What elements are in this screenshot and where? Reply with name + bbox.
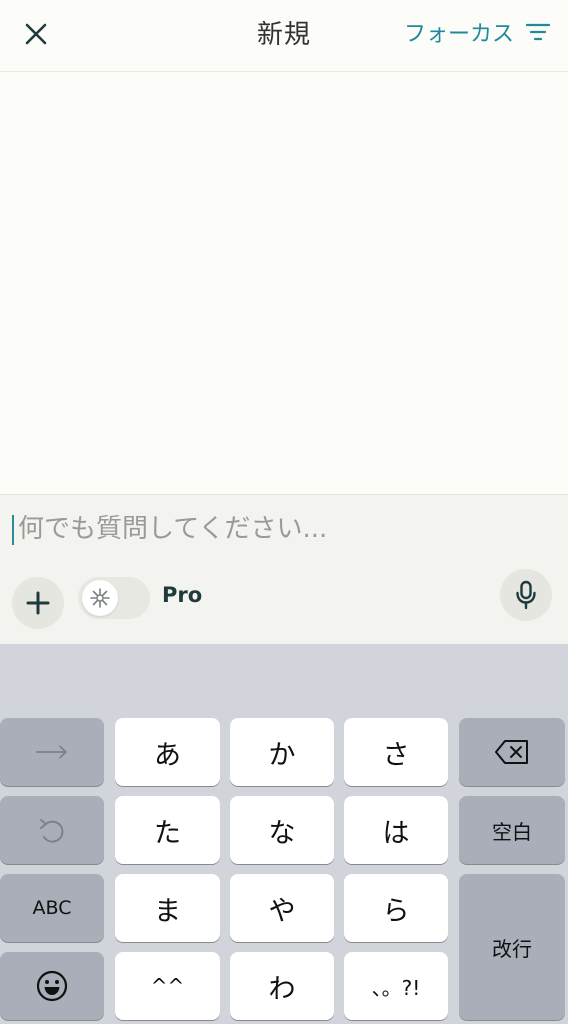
backspace-icon	[495, 740, 528, 764]
kana-key-na[interactable]: な	[230, 796, 334, 864]
undo-key[interactable]	[0, 796, 104, 864]
punctuation-key[interactable]: 、。?!	[344, 952, 448, 1020]
sparkle-icon	[90, 588, 110, 608]
kana-key-ta[interactable]: た	[115, 796, 220, 864]
kana-key-sa[interactable]: さ	[344, 718, 448, 786]
toggle-knob	[82, 580, 118, 616]
kana-key-ya[interactable]: や	[230, 874, 334, 942]
delete-key[interactable]	[459, 718, 565, 786]
kana-key-a[interactable]: あ	[115, 718, 220, 786]
text-caret	[12, 515, 14, 545]
arrow-key[interactable]	[0, 718, 104, 786]
voice-input-button[interactable]	[500, 569, 552, 621]
kaomoji-key[interactable]: ^^	[115, 952, 220, 1020]
composer: Pro	[0, 494, 568, 644]
top-bar: 新規 フォーカス	[0, 0, 568, 72]
conversation-area	[0, 72, 568, 494]
plus-icon	[26, 591, 50, 615]
kana-key-ka[interactable]: か	[230, 718, 334, 786]
kana-key-ma[interactable]: ま	[115, 874, 220, 942]
focus-label: フォーカス	[403, 22, 514, 47]
japanese-keyboard: あ か さ た な は 空白 ABC ま や ら 改行 ^^ わ 、。?!	[0, 644, 568, 1024]
right-arrow-icon	[36, 745, 68, 759]
return-key[interactable]: 改行	[459, 874, 565, 1020]
emoji-key[interactable]	[0, 952, 104, 1020]
kana-key-ra[interactable]: ら	[344, 874, 448, 942]
space-key[interactable]: 空白	[459, 796, 565, 864]
kana-key-wa[interactable]: わ	[230, 952, 334, 1020]
abc-key[interactable]: ABC	[0, 874, 104, 942]
pro-toggle[interactable]	[78, 577, 150, 619]
pro-label: Pro	[162, 583, 203, 607]
undo-icon	[40, 819, 64, 843]
prompt-input[interactable]	[18, 507, 548, 551]
kana-key-ha[interactable]: は	[344, 796, 448, 864]
microphone-icon	[516, 580, 536, 610]
focus-button[interactable]: フォーカス	[404, 12, 550, 52]
emoji-icon	[36, 970, 68, 1002]
filter-lines-icon	[526, 23, 550, 41]
attach-button[interactable]	[12, 577, 64, 629]
